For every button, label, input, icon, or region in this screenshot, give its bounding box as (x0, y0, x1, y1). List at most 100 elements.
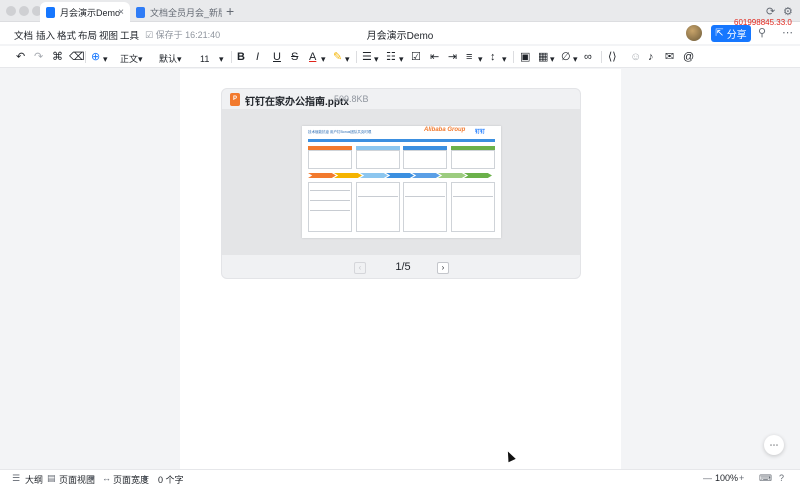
link-icon[interactable]: ∞ (584, 50, 592, 64)
zoom-in-icon[interactable]: + (739, 473, 744, 483)
doc-icon (136, 6, 145, 18)
indent-increase-icon[interactable]: ⇥ (448, 50, 457, 64)
tab-doc-monthly[interactable]: 文档全员月会_新版 (130, 2, 222, 22)
new-tab-icon[interactable]: + (226, 3, 234, 19)
chevron-down-icon[interactable]: ▾ (177, 52, 182, 66)
prev-page-button[interactable]: ‹ (354, 262, 366, 274)
slide-chevron (386, 173, 414, 178)
divider (601, 51, 602, 63)
numbered-list-icon[interactable]: ☷ (386, 50, 396, 64)
menu-tools[interactable]: 工具 (120, 28, 139, 42)
settings-icon[interactable]: ⚙ (783, 5, 793, 18)
undo-icon[interactable]: ↶ (16, 50, 25, 64)
menu-view[interactable]: 视图 (99, 28, 118, 42)
insert-block-icon[interactable]: ⊕ (91, 50, 100, 64)
checklist-icon[interactable]: ☑ (411, 50, 421, 64)
slide-thumbnail: 技术赋能抗疫 用户钉Bonus团队共克时艰 Alibaba Group 钉钉 (302, 126, 501, 238)
chevron-down-icon[interactable]: ▾ (550, 52, 555, 66)
microphone-icon[interactable]: ♪ (648, 50, 654, 64)
refresh-icon[interactable]: ⟳ (766, 5, 775, 18)
tab-label: 月会演示Demo (60, 7, 121, 18)
word-count: 0 个字 (158, 475, 184, 485)
share-button[interactable]: ⇱ 分享 (711, 25, 751, 42)
menu-document[interactable]: 文档 (14, 28, 33, 42)
align-icon[interactable]: ≡ (466, 50, 472, 64)
slide-chevron (360, 173, 388, 178)
emoji-icon[interactable]: ☺ (630, 50, 641, 64)
chevron-down-icon[interactable]: ▾ (502, 52, 507, 66)
strikethrough-button[interactable]: S (291, 50, 298, 64)
slide-box (308, 150, 352, 169)
table-icon[interactable]: ▦ (538, 50, 548, 64)
attachment-header: P 钉钉在家办公指南.pptx 509.8KB (222, 89, 580, 109)
keyboard-icon[interactable]: ⌨ (759, 473, 772, 484)
slide-pager: ‹ 1/5 › (222, 255, 580, 280)
slide-column (451, 182, 495, 232)
chevron-down-icon[interactable]: ▾ (321, 52, 326, 66)
save-status-text: 保存于 16:21:40 (155, 30, 221, 40)
window-close-dot[interactable] (6, 6, 16, 16)
slide-chevron (438, 173, 466, 178)
attachment-card[interactable]: P 钉钉在家办公指南.pptx 509.8KB 技术赋能抗疫 用户钉Bonus团… (221, 88, 581, 279)
attachment-icon[interactable]: ∅ (561, 50, 571, 64)
font-family-select[interactable]: 默认 (159, 52, 177, 66)
chevron-down-icon[interactable]: ▾ (90, 473, 95, 484)
chevron-down-icon[interactable]: ▾ (573, 52, 578, 66)
image-icon[interactable]: ▣ (520, 50, 530, 64)
bullet-list-icon[interactable]: ☰ (362, 50, 372, 64)
slide-preview-area[interactable]: 技术赋能抗疫 用户钉Bonus团队共克时艰 Alibaba Group 钉钉 (222, 109, 580, 255)
redo-icon[interactable]: ↷ (34, 50, 43, 64)
outline-toggle[interactable]: 大纲 (25, 473, 43, 486)
chevron-down-icon[interactable]: ▾ (219, 52, 224, 66)
menu-format[interactable]: 格式 (57, 28, 76, 42)
code-icon[interactable]: ⟨⟩ (608, 50, 617, 64)
window-minimize-dot[interactable] (19, 6, 29, 16)
doc-header: 文档 插入 格式 布局 视图 工具 ☑ 保存于 16:21:40 月会演示Dem… (0, 22, 800, 44)
close-icon[interactable]: × (118, 7, 124, 18)
slide-logo-dingtalk: 钉钉 (475, 129, 486, 135)
chat-bubble-button[interactable]: ⋯ (764, 435, 784, 455)
next-page-button[interactable]: › (437, 262, 449, 274)
chevron-down-icon[interactable]: ▾ (374, 52, 379, 66)
more-icon[interactable]: ⋯ (782, 26, 793, 39)
slide-line (310, 190, 350, 191)
paragraph-style-select[interactable]: 正文 (120, 52, 138, 66)
chevron-down-icon[interactable]: ▾ (143, 473, 148, 484)
tab-doc-demo[interactable]: 月会演示Demo × (40, 2, 130, 22)
underline-button[interactable]: U (273, 50, 281, 64)
chevron-down-icon[interactable]: ▾ (138, 52, 143, 66)
pin-icon[interactable]: ⚲ (758, 26, 766, 39)
format-painter-icon[interactable]: ⌘ (52, 50, 63, 64)
slide-chevron (412, 173, 440, 178)
divider (356, 51, 357, 63)
font-color-button[interactable]: A (309, 50, 316, 64)
share-icon: ⇱ (715, 28, 724, 39)
zoom-out-icon[interactable]: — (703, 473, 712, 483)
line-spacing-icon[interactable]: ↕ (490, 50, 496, 64)
zoom-level[interactable]: 100% (715, 473, 738, 483)
mention-button[interactable]: @ (683, 50, 694, 64)
page-view-icon[interactable]: ▤ (47, 473, 56, 484)
eraser-icon[interactable]: ⌫ (69, 50, 85, 64)
slide-banner (308, 139, 495, 142)
slide-column (403, 182, 447, 232)
bold-button[interactable]: B (237, 50, 245, 64)
font-size-select[interactable]: 11 (200, 52, 209, 66)
chevron-down-icon[interactable]: ▾ (399, 52, 404, 66)
chevron-down-icon[interactable]: ▾ (103, 52, 108, 66)
comment-icon[interactable]: ✉ (665, 50, 674, 64)
menu-insert[interactable]: 插入 (36, 28, 55, 42)
divider (85, 51, 86, 63)
chevron-down-icon[interactable]: ▾ (345, 52, 350, 66)
page-width-icon[interactable]: ↔ (102, 473, 111, 483)
slide-box (403, 150, 447, 169)
avatar[interactable] (686, 25, 702, 41)
menu-layout[interactable]: 布局 (78, 28, 97, 42)
chevron-down-icon[interactable]: ▾ (478, 52, 483, 66)
highlight-icon[interactable]: ✎ (333, 50, 342, 64)
outline-icon[interactable]: ☰ (12, 473, 20, 484)
slide-chevron (308, 173, 336, 178)
help-icon[interactable]: ? (779, 473, 784, 483)
indent-decrease-icon[interactable]: ⇤ (430, 50, 439, 64)
italic-button[interactable]: I (256, 50, 259, 64)
